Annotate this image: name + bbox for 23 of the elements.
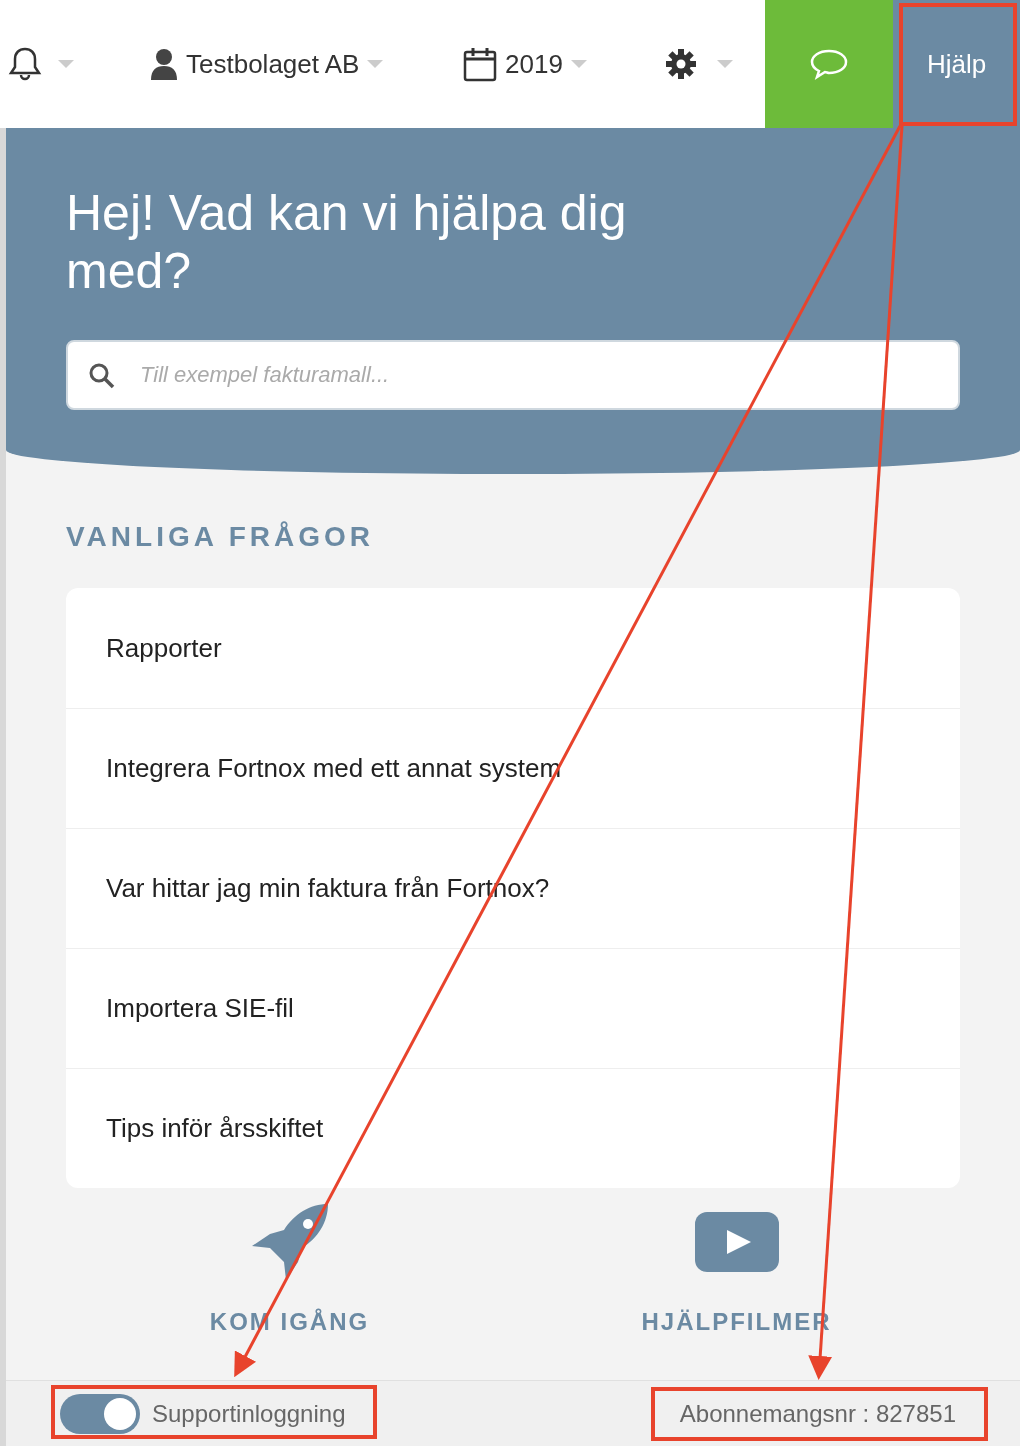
search-icon [88, 362, 116, 390]
company-name[interactable]: Testbolaget AB [186, 44, 360, 84]
subscription-number: Abonnemangsnr : 827851 [679, 1401, 956, 1426]
panel-title: Hej! Vad kan vi hjälpa dig med? [66, 184, 628, 300]
faq-item[interactable]: Rapporter [66, 588, 960, 708]
user-icon [150, 48, 178, 80]
caret-icon[interactable] [58, 60, 74, 68]
caret-icon[interactable] [367, 60, 384, 68]
caret-icon[interactable] [717, 60, 733, 68]
year-label[interactable]: 2019 [505, 44, 563, 84]
chat-button[interactable] [765, 0, 893, 128]
faq-item[interactable]: Tips inför årsskiftet [66, 1068, 960, 1188]
chat-icon [810, 48, 848, 80]
faq-item[interactable]: Importera SIE-fil [66, 948, 960, 1068]
section-heading: VANLIGA FRÅGOR [66, 520, 375, 554]
settings-icon[interactable] [665, 48, 697, 80]
search-field[interactable]: Till exempel fakturamall... [66, 340, 960, 410]
video-icon [694, 1212, 779, 1272]
toggle-switch[interactable] [60, 1393, 140, 1434]
toggle-label: Supportinloggning [152, 1398, 346, 1429]
caret-icon[interactable] [570, 60, 587, 68]
calendar-icon [463, 46, 497, 82]
bell-icon[interactable] [8, 46, 42, 82]
